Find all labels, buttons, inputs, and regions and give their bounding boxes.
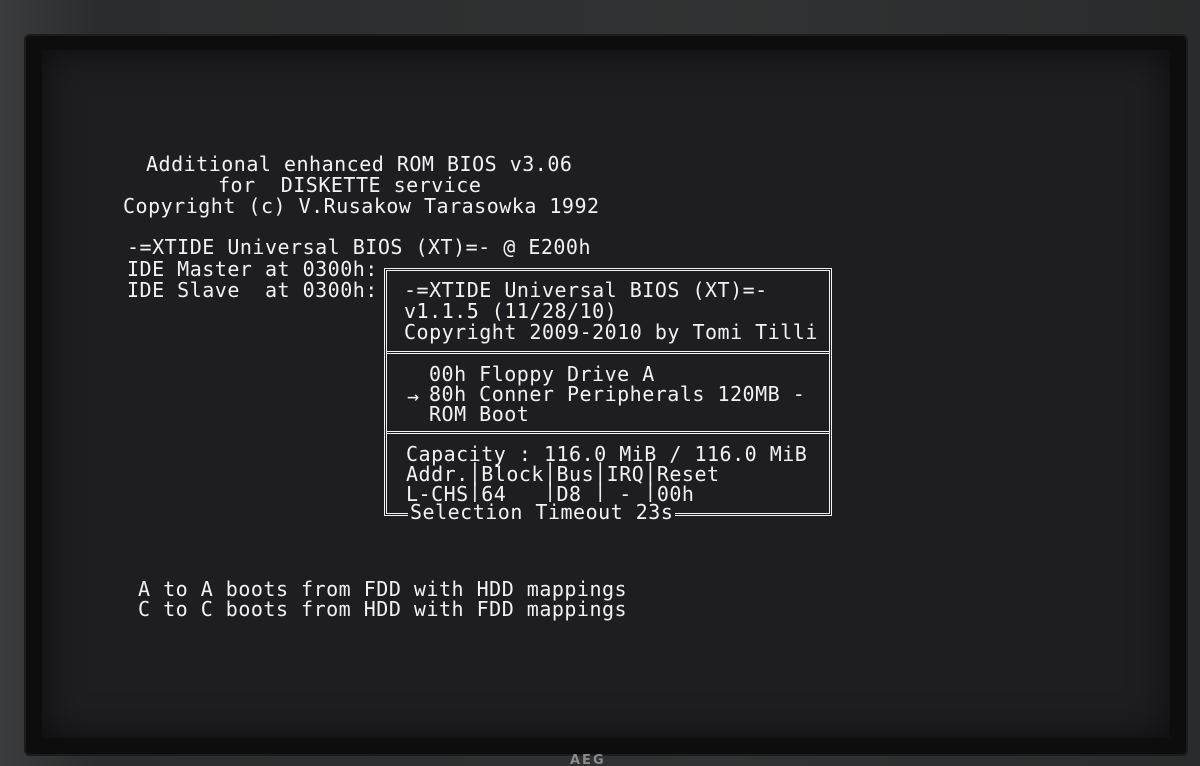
boot-menu-copyright: Copyright 2009-2010 by Tomi Tilli (404, 320, 818, 344)
ide-master-line: IDE Master at 0300h: (127, 257, 378, 281)
mapping-note-a: A to A boots from FDD with HDD mappings (138, 577, 628, 601)
bios-header-line2: for DISKETTE service (218, 173, 482, 197)
boot-menu-separator-top (387, 351, 829, 354)
boot-menu-item-floppy[interactable]: 00h Floppy Drive A (429, 364, 655, 384)
drive-info-header: Addr.│Block│Bus│IRQ│Reset (406, 462, 720, 486)
boot-menu-title: -=XTIDE Universal BIOS (XT)=- (404, 278, 768, 302)
boot-menu-item-rom-boot[interactable]: ROM Boot (429, 404, 529, 424)
selection-timeout: Selection Timeout 23s (408, 500, 676, 524)
selection-arrow-icon: → (407, 384, 420, 408)
ide-slave-line: IDE Slave at 0300h: (127, 278, 378, 302)
boot-menu-separator-bottom (387, 431, 829, 434)
boot-menu-item-hdd[interactable]: 80h Conner Peripherals 120MB - (429, 384, 805, 404)
monitor-brand-label: AEG (570, 753, 606, 766)
bios-header-line1: Additional enhanced ROM BIOS v3.06 (146, 152, 573, 176)
boot-menu-version: v1.1.5 (11/28/10) (404, 299, 618, 323)
xtide-location-line: -=XTIDE Universal BIOS (XT)=- @ E200h (127, 235, 592, 259)
bios-header-copyright: Copyright (c) V.Rusakow Tarasowka 1992 (123, 194, 600, 218)
mapping-note-c: C to C boots from HDD with FDD mappings (138, 597, 628, 621)
boot-menu-panel: -=XTIDE Universal BIOS (XT)=- v1.1.5 (11… (384, 268, 832, 516)
drive-capacity: Capacity : 116.0 MiB / 116.0 MiB (406, 442, 808, 466)
